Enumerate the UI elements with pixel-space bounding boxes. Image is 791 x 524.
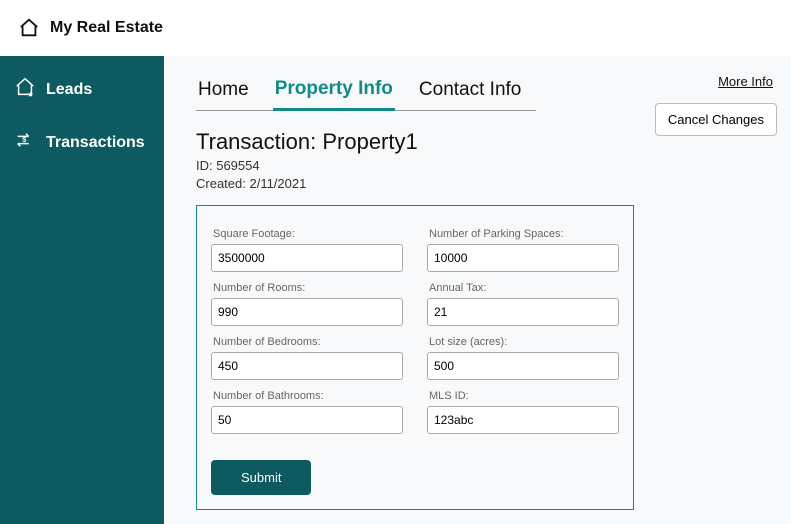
label-mls-id: MLS ID:	[429, 390, 619, 402]
tabs: Home Property Info Contact Info	[196, 72, 536, 111]
input-number-rooms[interactable]	[211, 298, 403, 326]
label-number-bathrooms: Number of Bathrooms:	[213, 390, 403, 402]
label-square-footage: Square Footage:	[213, 228, 403, 240]
form-panel: Square Footage: Number of Rooms: Number …	[196, 205, 634, 510]
app-title: My Real Estate	[50, 19, 163, 37]
input-square-footage[interactable]	[211, 244, 403, 272]
transactions-icon: $	[14, 129, 36, 156]
tab-property-info[interactable]: Property Info	[273, 72, 395, 111]
label-number-bedrooms: Number of Bedrooms:	[213, 336, 403, 348]
input-parking-spaces[interactable]	[427, 244, 619, 272]
main: More Info Cancel Changes Home Property I…	[164, 56, 791, 524]
sidebar-item-leads[interactable]: Leads	[14, 76, 150, 103]
label-number-rooms: Number of Rooms:	[213, 282, 403, 294]
input-lot-size[interactable]	[427, 352, 619, 380]
form-column-right: Number of Parking Spaces: Annual Tax: Lo…	[427, 224, 619, 444]
svg-text:$: $	[22, 135, 26, 144]
sidebar: Leads $ Transactions	[0, 56, 164, 524]
home-icon	[18, 17, 40, 39]
transaction-id: ID: 569554	[196, 157, 777, 175]
input-number-bathrooms[interactable]	[211, 406, 403, 434]
sidebar-item-label: Leads	[46, 81, 92, 99]
form-column-left: Square Footage: Number of Rooms: Number …	[211, 224, 403, 444]
topbar: My Real Estate	[0, 0, 791, 56]
transaction-created: Created: 2/11/2021	[196, 175, 777, 193]
input-annual-tax[interactable]	[427, 298, 619, 326]
input-mls-id[interactable]	[427, 406, 619, 434]
label-lot-size: Lot size (acres):	[429, 336, 619, 348]
input-number-bedrooms[interactable]	[211, 352, 403, 380]
tab-contact-info[interactable]: Contact Info	[417, 73, 523, 109]
submit-button[interactable]: Submit	[211, 460, 311, 495]
label-parking-spaces: Number of Parking Spaces:	[429, 228, 619, 240]
tab-home[interactable]: Home	[196, 73, 251, 109]
sidebar-item-label: Transactions	[46, 134, 145, 152]
label-annual-tax: Annual Tax:	[429, 282, 619, 294]
cancel-button[interactable]: Cancel Changes	[655, 103, 777, 136]
more-info-link[interactable]: More Info	[655, 74, 773, 89]
sidebar-item-transactions[interactable]: $ Transactions	[14, 129, 150, 156]
house-star-icon	[14, 76, 36, 103]
